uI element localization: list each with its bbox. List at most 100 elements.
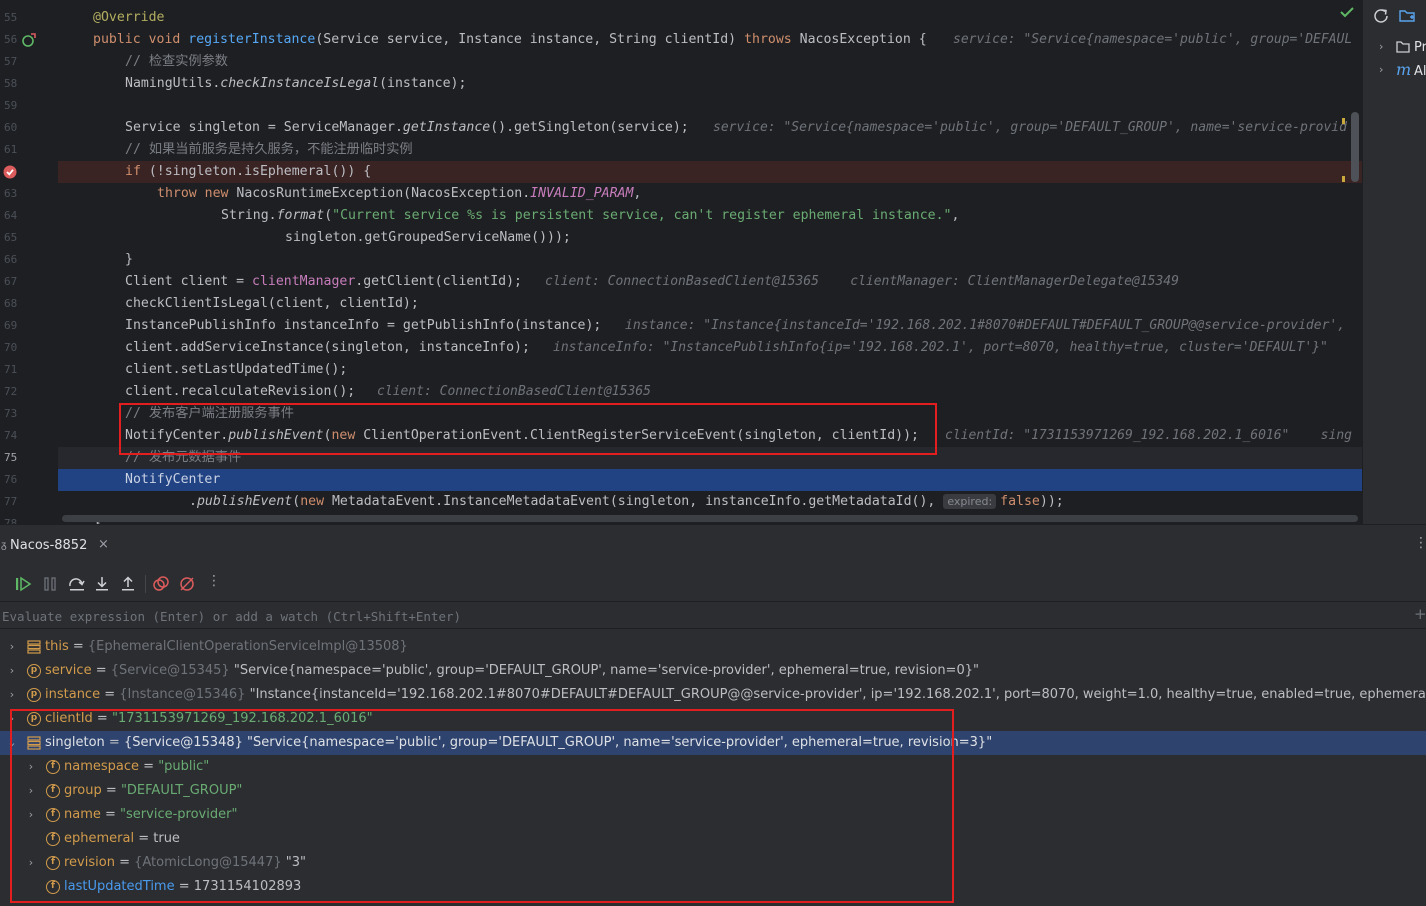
- field-row[interactable]: › f namespace = "public": [0, 755, 1426, 779]
- code-line[interactable]: Client client = clientManager.getClient(…: [58, 271, 1362, 293]
- field-icon: f: [46, 856, 60, 870]
- code-line-caret[interactable]: // 发布元数据事件: [58, 447, 1362, 469]
- variable-name: singleton: [45, 735, 105, 750]
- step-out-icon[interactable]: [120, 576, 136, 592]
- field-row[interactable]: › f name = "service-provider": [0, 803, 1426, 827]
- variable-row[interactable]: › p service = {Service@15345} "Service{n…: [0, 659, 1426, 683]
- variable-row[interactable]: › this = {EphemeralClientOperationServic…: [0, 635, 1426, 659]
- code-line[interactable]: Service singleton = ServiceManager.getIn…: [58, 117, 1362, 139]
- line-number: 70: [4, 341, 18, 354]
- inline-debug-value: clientId: "1731153971269_192.168.202.1_6…: [945, 428, 1352, 443]
- toolbar-separator: [145, 575, 146, 593]
- editor-horizontal-scrollbar[interactable]: [62, 515, 1358, 522]
- variable-row[interactable]: › p instance = {Instance@15346} "Instanc…: [0, 683, 1426, 707]
- expand-icon[interactable]: ›: [6, 683, 18, 707]
- code-line[interactable]: InstancePublishInfo instanceInfo = getPu…: [58, 315, 1362, 337]
- line-number: 55: [4, 11, 18, 24]
- field-row[interactable]: › f revision = {AtomicLong@15447} "3": [0, 851, 1426, 875]
- override-gutter-icon[interactable]: [21, 32, 37, 48]
- expand-icon[interactable]: ›: [25, 851, 37, 875]
- no-problems-check-icon[interactable]: [1340, 6, 1354, 18]
- parameter-icon: p: [27, 688, 41, 702]
- resume-icon[interactable]: [14, 576, 32, 592]
- debug-tool-window[interactable]: ᵹ Nacos-8852 × ⋮ ⋮ +: [0, 524, 1426, 906]
- code-line[interactable]: // 发布客户端注册服务事件: [58, 403, 1362, 425]
- variable-name: service: [45, 663, 92, 678]
- field-row[interactable]: › f group = "DEFAULT_GROUP": [0, 779, 1426, 803]
- code-line[interactable]: }: [58, 249, 1362, 271]
- code-line-execution-point[interactable]: NotifyCenter: [58, 469, 1362, 491]
- project-item-label[interactable]: Al: [1414, 64, 1426, 79]
- inline-debug-value: client: ConnectionBasedClient@15365: [377, 384, 651, 399]
- code-line[interactable]: public void registerInstance(Service ser…: [58, 29, 1362, 51]
- object-stack-icon: [27, 736, 41, 750]
- code-line-breakpoint[interactable]: if (!singleton.isEphemeral()) {: [58, 161, 1362, 183]
- code-line[interactable]: singleton.getGroupedServiceName()));: [58, 227, 1362, 249]
- code-line[interactable]: String.format("Current service %s is per…: [58, 205, 1362, 227]
- more-actions-icon[interactable]: ⋮: [207, 573, 221, 589]
- line-number: 65: [4, 231, 18, 244]
- more-options-icon[interactable]: ⋮: [1414, 535, 1426, 551]
- debug-session-icon: ᵹ: [1, 540, 7, 551]
- variable-row-selected[interactable]: ⌄ singleton = {Service@15348} "Service{n…: [0, 731, 1426, 755]
- expand-icon[interactable]: ›: [25, 779, 37, 803]
- warning-marker[interactable]: [1342, 176, 1345, 182]
- line-number: 74: [4, 429, 18, 442]
- inline-debug-value: client: ConnectionBasedClient@15365 clie…: [545, 274, 1179, 289]
- expand-icon[interactable]: ›: [6, 707, 18, 731]
- project-item-label[interactable]: Pr: [1414, 40, 1426, 55]
- step-into-icon[interactable]: [94, 576, 110, 592]
- code-line[interactable]: client.recalculateRevision(); client: Co…: [58, 381, 1362, 403]
- collapse-icon[interactable]: ⌄: [6, 731, 18, 755]
- warning-marker[interactable]: [1342, 118, 1345, 124]
- code-line[interactable]: throw new NacosRuntimeException(NacosExc…: [58, 183, 1362, 205]
- chevron-right-icon[interactable]: ›: [1379, 63, 1383, 76]
- code-editor[interactable]: 55 56 57 58 59 60 61 63 64 65 66 67 68 6…: [0, 0, 1362, 524]
- expand-icon[interactable]: ›: [25, 803, 37, 827]
- evaluate-expression-input[interactable]: [0, 605, 1400, 627]
- add-watch-icon[interactable]: +: [1414, 605, 1426, 623]
- line-number: 63: [4, 187, 18, 200]
- view-breakpoints-icon[interactable]: [153, 576, 169, 592]
- breakpoint-icon[interactable]: [2, 164, 18, 180]
- expand-icon[interactable]: ›: [6, 635, 18, 659]
- variable-name: clientId: [45, 711, 93, 726]
- code-line[interactable]: NamingUtils.checkInstanceIsLegal(instanc…: [58, 73, 1362, 95]
- field-row[interactable]: f lastUpdatedTime = 1731154102893: [0, 875, 1426, 899]
- expand-icon[interactable]: ›: [6, 659, 18, 683]
- variable-row[interactable]: › p clientId = "1731153971269_192.168.20…: [0, 707, 1426, 731]
- chevron-right-icon[interactable]: ›: [1379, 40, 1383, 53]
- line-number: 60: [4, 121, 18, 134]
- expand-icon[interactable]: ›: [25, 755, 37, 779]
- field-row[interactable]: f ephemeral = true: [0, 827, 1426, 851]
- code-line[interactable]: NotifyCenter.publishEvent(new ClientOper…: [58, 425, 1362, 447]
- evaluate-expression-bar[interactable]: +: [0, 601, 1426, 629]
- close-tab-icon[interactable]: ×: [98, 537, 109, 552]
- variable-value: "Service{namespace='public', group='DEFA…: [242, 735, 993, 750]
- code-area[interactable]: @Override public void registerInstance(S…: [58, 0, 1362, 524]
- code-line[interactable]: checkClientIsLegal(client, clientId);: [58, 293, 1362, 315]
- pause-icon[interactable]: [42, 576, 58, 592]
- add-folder-icon[interactable]: [1399, 8, 1417, 24]
- editor-gutter[interactable]: 55 56 57 58 59 60 61 63 64 65 66 67 68 6…: [0, 0, 79, 524]
- step-over-icon[interactable]: [68, 576, 86, 592]
- code-line[interactable]: // 检查实例参数: [58, 51, 1362, 73]
- tab-debug-session[interactable]: Nacos-8852: [10, 538, 87, 553]
- line-number: 67: [4, 275, 18, 288]
- editor-vertical-scrollbar[interactable]: [1351, 112, 1359, 182]
- parameter-icon: p: [27, 712, 41, 726]
- line-number: 76: [4, 473, 18, 486]
- project-panel-strip[interactable]: › Pr › m Al: [1362, 0, 1426, 524]
- code-line[interactable]: client.setLastUpdatedTime();: [58, 359, 1362, 381]
- line-number: 75: [4, 451, 18, 464]
- refresh-icon[interactable]: [1373, 8, 1391, 24]
- line-number: 64: [4, 209, 18, 222]
- code-line[interactable]: client.addServiceInstance(singleton, ins…: [58, 337, 1362, 359]
- code-line[interactable]: // 如果当前服务是持久服务，不能注册临时实例: [58, 139, 1362, 161]
- code-line[interactable]: .publishEvent(new MetadataEvent.Instance…: [58, 491, 1362, 513]
- code-line[interactable]: @Override: [58, 7, 1362, 29]
- debug-toolbar: ⋮: [0, 569, 1426, 599]
- mute-breakpoints-icon[interactable]: [179, 576, 195, 592]
- inline-debug-value: service: "Service{namespace='public', gr…: [953, 32, 1353, 47]
- line-number: 59: [4, 99, 18, 112]
